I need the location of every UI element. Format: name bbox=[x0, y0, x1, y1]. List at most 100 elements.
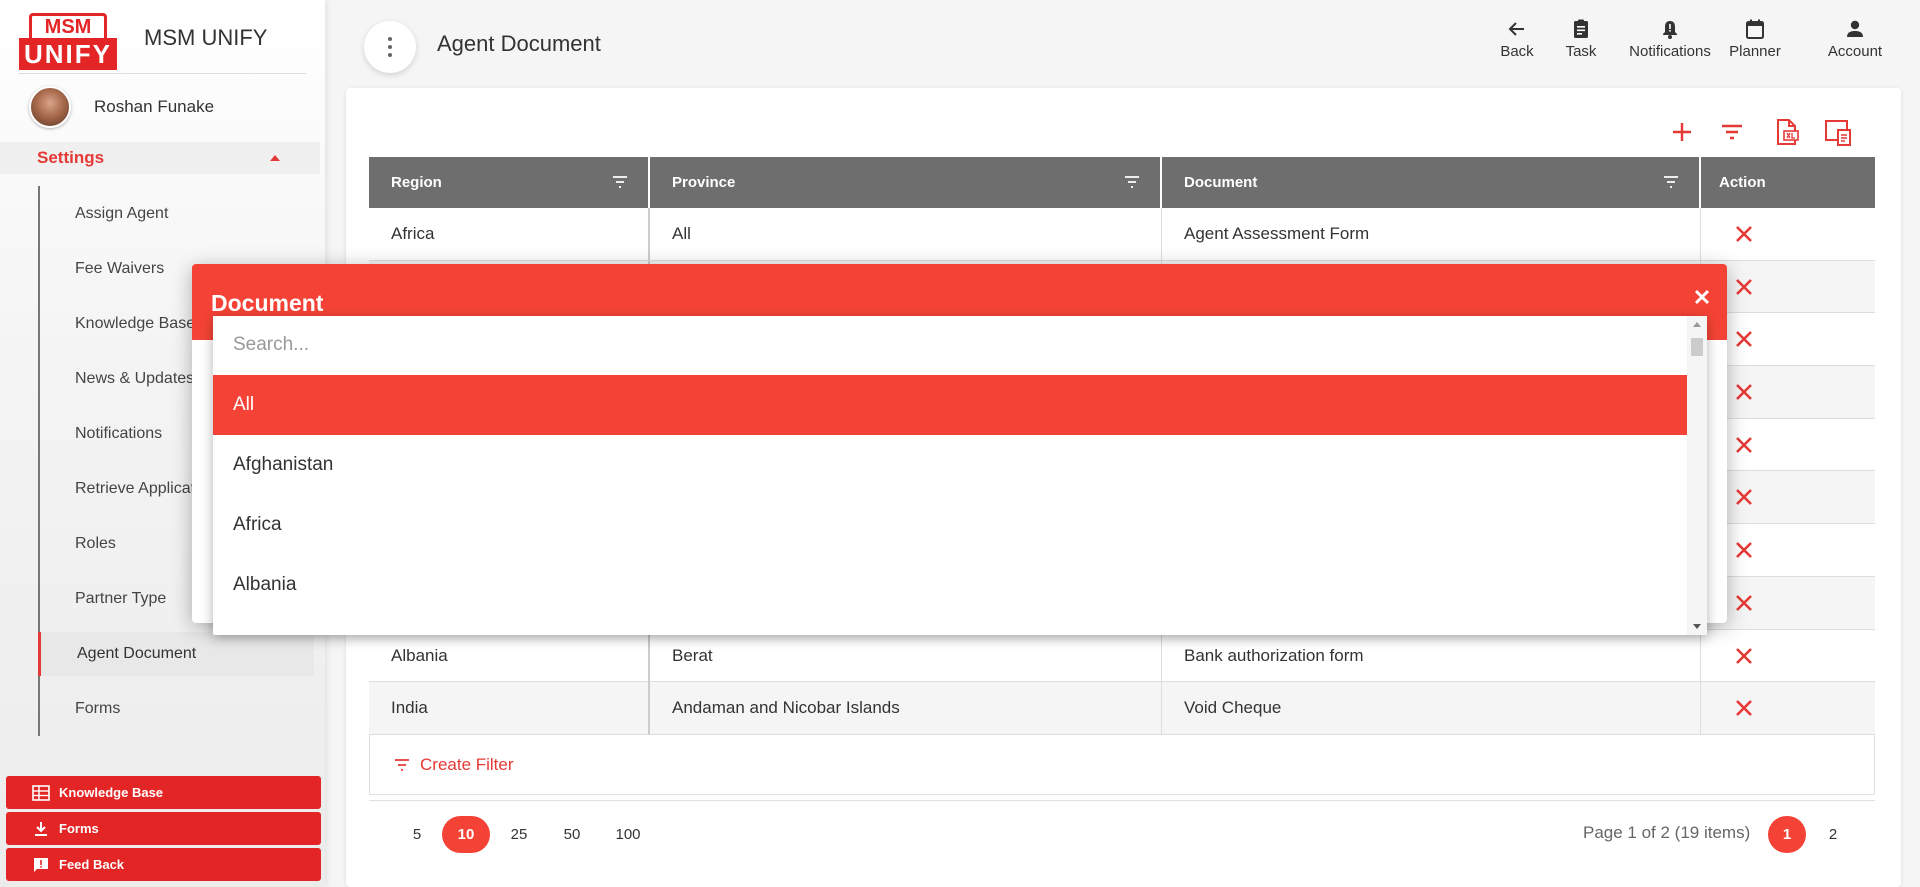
knowledge-base-button-label: Knowledge Base bbox=[59, 785, 164, 800]
delete-icon[interactable] bbox=[1734, 646, 1754, 666]
column-header-region-label: Region bbox=[391, 174, 442, 191]
sidebar-divider bbox=[18, 73, 306, 74]
cell-region: Albania bbox=[369, 629, 650, 682]
dropdown-option-albania[interactable]: Albania bbox=[213, 555, 1687, 615]
scroll-down-icon[interactable] bbox=[1693, 624, 1701, 629]
table-row[interactable]: Albania Berat Bank authorization form bbox=[369, 629, 1875, 683]
clipboard-icon bbox=[1574, 19, 1588, 38]
task-label: Task bbox=[1565, 43, 1597, 60]
column-header-document-label: Document bbox=[1184, 174, 1258, 191]
page-size-5[interactable]: 5 bbox=[393, 816, 441, 853]
cell-document: Void Cheque bbox=[1162, 682, 1701, 735]
column-header-action-label: Action bbox=[1719, 174, 1766, 191]
delete-icon[interactable] bbox=[1734, 277, 1754, 297]
person-icon bbox=[1847, 20, 1863, 37]
page-size-100[interactable]: 100 bbox=[604, 816, 652, 853]
sidebar-item-assign-agent[interactable]: Assign Agent bbox=[38, 192, 314, 236]
sidebar-item-forms[interactable]: Forms bbox=[38, 687, 314, 731]
scroll-thumb[interactable] bbox=[1691, 338, 1703, 356]
sidebar-section-settings[interactable]: Settings bbox=[0, 142, 320, 174]
feedback-button[interactable]: Feed Back bbox=[6, 848, 321, 881]
page-size-10[interactable]: 10 bbox=[442, 816, 490, 853]
cell-region: Africa bbox=[369, 208, 650, 260]
filter-icon[interactable] bbox=[1663, 175, 1679, 189]
dropdown-scrollbar[interactable] bbox=[1687, 316, 1707, 635]
delete-icon[interactable] bbox=[1734, 329, 1754, 349]
filter-icon[interactable] bbox=[1717, 117, 1747, 147]
more-menu-button[interactable] bbox=[364, 21, 416, 73]
caret-up-icon bbox=[270, 155, 280, 161]
forms-button[interactable]: Forms bbox=[6, 812, 321, 845]
settings-label: Settings bbox=[37, 148, 105, 167]
kebab-icon bbox=[388, 37, 392, 41]
planner-button[interactable]: Planner bbox=[1725, 18, 1785, 68]
delete-icon[interactable] bbox=[1734, 224, 1754, 244]
column-header-province[interactable]: Province bbox=[650, 157, 1162, 208]
kebab-icon-dot bbox=[388, 45, 392, 49]
table-row[interactable]: India Andaman and Nicobar Islands Void Che… bbox=[369, 682, 1875, 735]
dropdown-option-africa[interactable]: Africa bbox=[213, 495, 1687, 555]
notifications-label: Notifications bbox=[1629, 43, 1711, 60]
cell-document: Bank authorization form bbox=[1162, 629, 1701, 682]
filter-icon bbox=[395, 759, 409, 771]
add-icon[interactable] bbox=[1667, 117, 1697, 147]
planner-label: Planner bbox=[1729, 43, 1781, 60]
notifications-button[interactable]: Notifications bbox=[1626, 18, 1714, 68]
calendar-icon bbox=[1746, 19, 1764, 39]
export-pdf-icon[interactable] bbox=[1823, 117, 1853, 147]
delete-icon[interactable] bbox=[1734, 698, 1754, 718]
avatar[interactable] bbox=[29, 86, 71, 128]
account-button[interactable]: Account bbox=[1825, 18, 1885, 68]
filter-icon[interactable] bbox=[612, 175, 628, 189]
dropdown-option-all[interactable]: All bbox=[213, 375, 1687, 435]
page-2[interactable]: 2 bbox=[1814, 816, 1852, 853]
back-button[interactable]: Back bbox=[1494, 18, 1540, 68]
table-icon bbox=[32, 785, 50, 801]
scroll-up-icon[interactable] bbox=[1693, 322, 1701, 327]
bell-icon bbox=[1663, 21, 1677, 39]
cell-province: Berat bbox=[650, 629, 1162, 682]
column-header-region[interactable]: Region bbox=[369, 157, 650, 208]
dropdown-search-input[interactable] bbox=[213, 316, 1687, 374]
delete-icon[interactable] bbox=[1734, 382, 1754, 402]
msm-unify-logo[interactable]: MSM UNIFY bbox=[19, 13, 117, 70]
delete-icon[interactable] bbox=[1734, 540, 1754, 560]
app-name: MSM UNIFY bbox=[144, 25, 268, 50]
table-row[interactable]: Africa All Agent Assessment Form bbox=[369, 208, 1875, 261]
knowledge-base-button[interactable]: Knowledge Base bbox=[6, 776, 321, 809]
column-header-province-label: Province bbox=[672, 174, 736, 191]
close-icon[interactable] bbox=[1693, 288, 1711, 306]
logo-bottom-text: UNIFY bbox=[19, 38, 117, 70]
filter-icon[interactable] bbox=[1124, 175, 1140, 189]
arrow-left-icon bbox=[1508, 22, 1524, 36]
top-header: Agent Document Back Task Notifications P… bbox=[325, 0, 1920, 88]
logo-top-text: MSM bbox=[29, 13, 107, 39]
download-icon bbox=[35, 822, 47, 836]
delete-icon[interactable] bbox=[1734, 435, 1754, 455]
page-size-50[interactable]: 50 bbox=[548, 816, 596, 853]
account-label: Account bbox=[1827, 43, 1883, 60]
task-button[interactable]: Task bbox=[1558, 18, 1604, 68]
forms-button-label: Forms bbox=[59, 821, 99, 836]
pager: 5 10 25 50 100 Page 1 of 2 (19 items) 1 … bbox=[369, 800, 1875, 866]
page-info: Page 1 of 2 (19 items) bbox=[1583, 823, 1751, 842]
user-name[interactable]: Roshan Funake bbox=[94, 97, 214, 117]
delete-icon[interactable] bbox=[1734, 487, 1754, 507]
create-filter-bar[interactable]: Create Filter bbox=[369, 735, 1875, 795]
sidebar-item-agent-document[interactable]: Agent Document bbox=[38, 632, 314, 676]
feedback-icon bbox=[34, 858, 48, 872]
dropdown-option-afghanistan[interactable]: Afghanistan bbox=[213, 435, 1687, 495]
cell-province: Andaman and Nicobar Islands bbox=[650, 682, 1162, 735]
kebab-icon-dot bbox=[388, 53, 392, 57]
page-1[interactable]: 1 bbox=[1768, 816, 1806, 853]
column-header-document[interactable]: Document bbox=[1162, 157, 1701, 208]
delete-icon[interactable] bbox=[1734, 593, 1754, 613]
back-label: Back bbox=[1500, 43, 1534, 60]
export-excel-icon[interactable] bbox=[1772, 117, 1802, 147]
page-title: Agent Document bbox=[437, 31, 601, 56]
column-header-action: Action bbox=[1701, 157, 1875, 208]
grid-header: Region Province Document Action bbox=[369, 157, 1875, 208]
page-size-25[interactable]: 25 bbox=[495, 816, 543, 853]
cell-document: Agent Assessment Form bbox=[1162, 208, 1701, 260]
feedback-button-label: Feed Back bbox=[59, 857, 125, 872]
